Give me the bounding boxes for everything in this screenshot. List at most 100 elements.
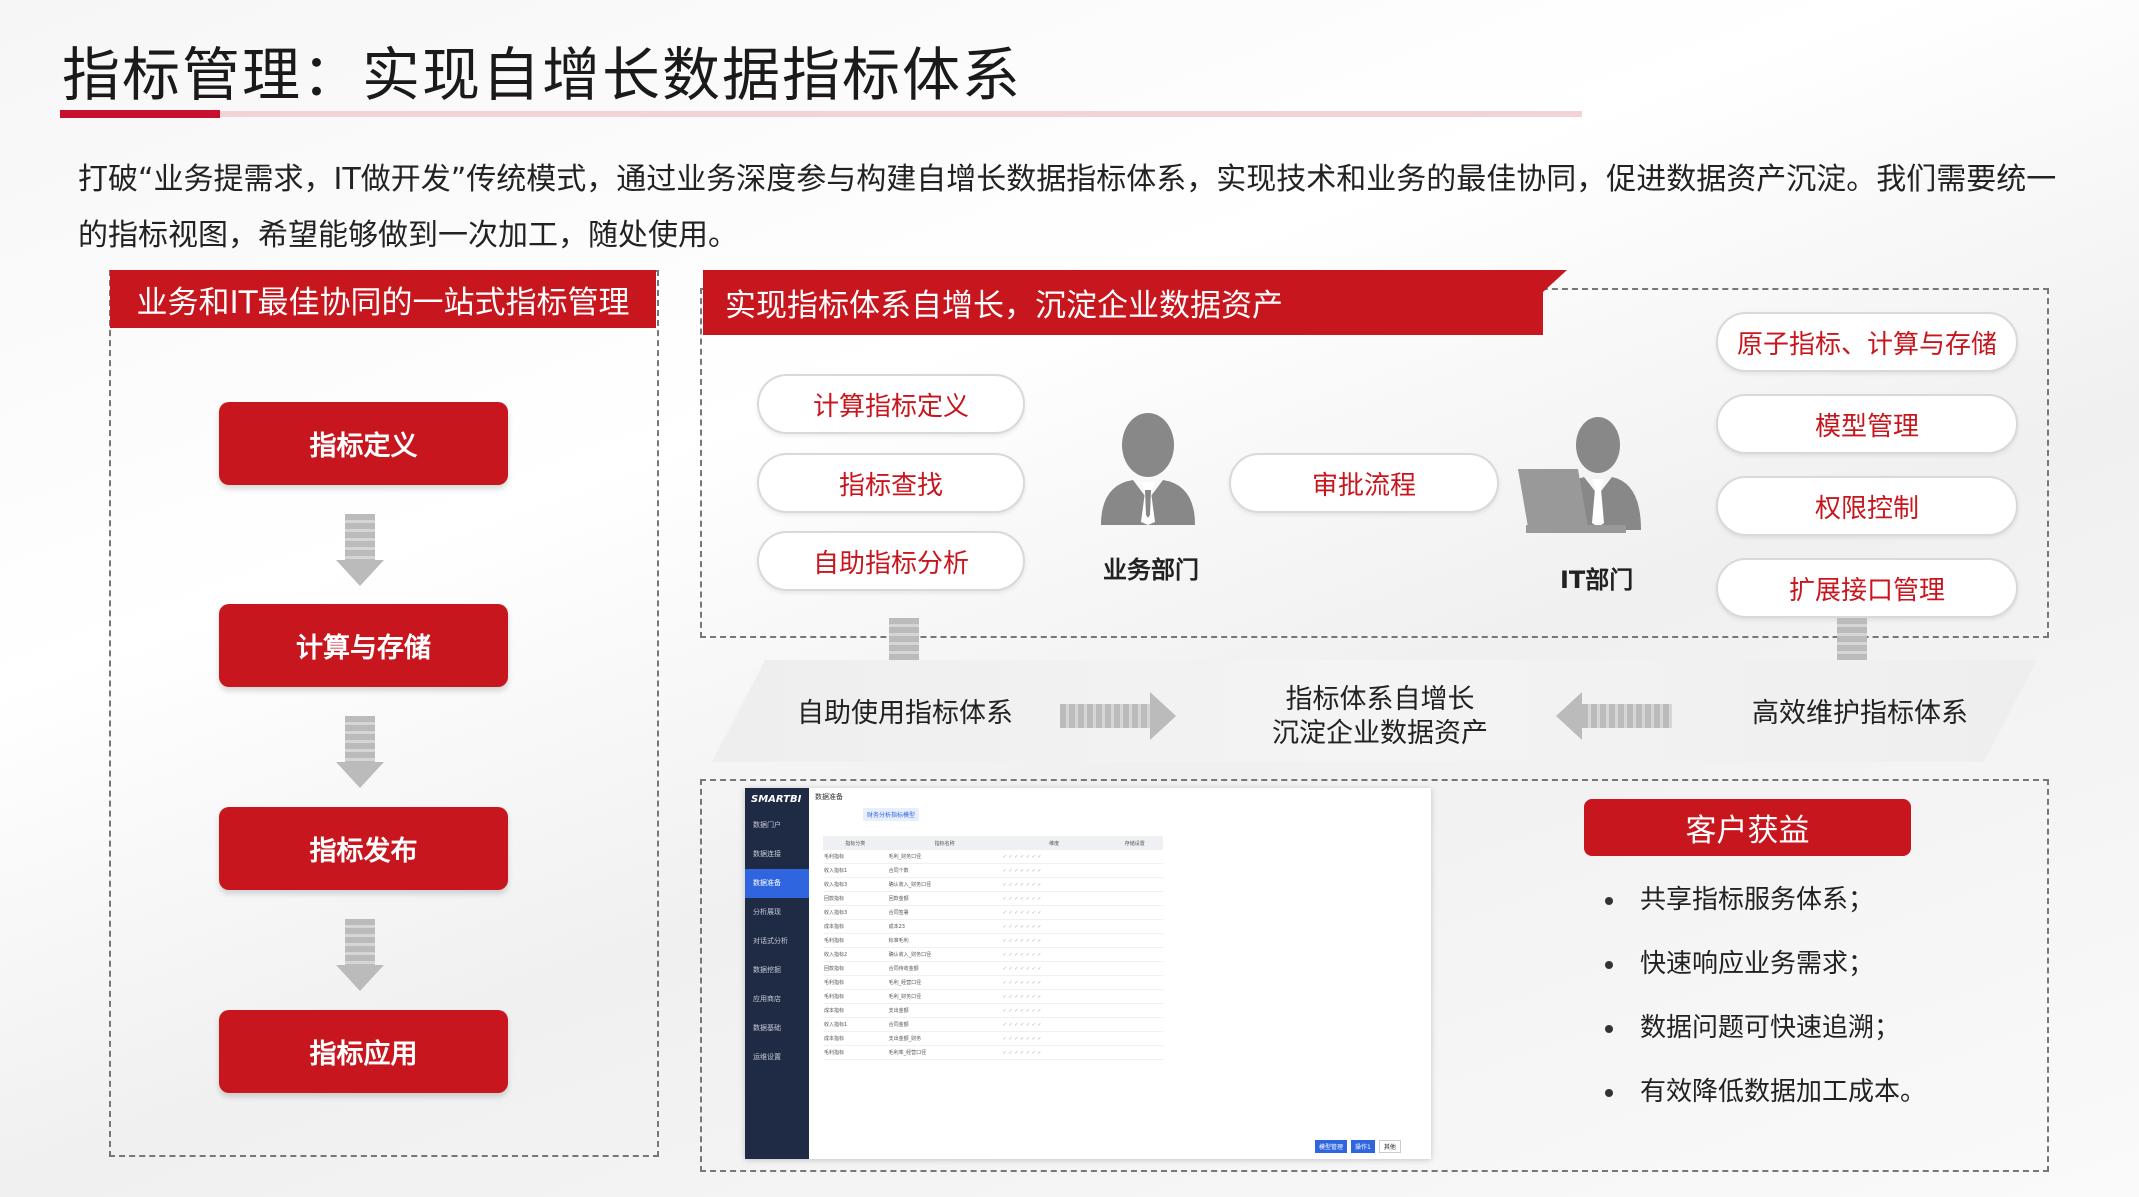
pill-approval[interactable]: 审批流程 — [1229, 453, 1499, 513]
table-row[interactable]: 回款指标 回款金额 ✓ ✓ ✓ ✓ ✓ ✓ ✓ — [823, 891, 1163, 906]
table-cell: 收入指标2 — [823, 947, 888, 962]
nav-item[interactable]: 数据挖掘 — [745, 956, 809, 985]
left-panel-header: 业务和IT最佳协同的一站式指标管理 — [110, 270, 656, 328]
pill-permission[interactable]: 权限控制 — [1716, 476, 2018, 536]
nav-item[interactable]: 数据门户 — [745, 811, 809, 840]
table-cell: 毛利指标 — [823, 975, 888, 990]
table-cell — [1106, 863, 1163, 878]
table-row[interactable]: 收入指标3 确认收入_财务口径 ✓ ✓ ✓ ✓ ✓ ✓ ✓ — [823, 877, 1163, 892]
pill-atomic-metric[interactable]: 原子指标、计算与存储 — [1716, 312, 2018, 372]
table-cell: 支出金额_财务 — [887, 1031, 1002, 1046]
header-tab-corner — [1543, 270, 1567, 292]
pill-compute-define[interactable]: 计算指标定义 — [757, 374, 1025, 434]
table-cell — [1106, 989, 1163, 1004]
table-row[interactable]: 毛利指标 毛利_财务口径 ✓ ✓ ✓ ✓ ✓ ✓ ✓ — [823, 850, 1163, 864]
table-row[interactable]: 收入指标1 合同个数 ✓ ✓ ✓ ✓ ✓ ✓ ✓ — [823, 863, 1163, 878]
table-header: 指标名称 — [887, 836, 1002, 850]
table-row[interactable]: 收入指标2 确认收入_财务口径 ✓ ✓ ✓ ✓ ✓ ✓ ✓ — [823, 947, 1163, 962]
table-cell: 收入指标3 — [823, 877, 888, 892]
table-cell — [1106, 919, 1163, 934]
model-mgmt-button[interactable]: 模型管理 — [1315, 1140, 1348, 1153]
step-define[interactable]: 指标定义 — [219, 402, 508, 485]
table-header: 维度 — [1001, 836, 1107, 850]
check-cells: ✓ ✓ ✓ ✓ ✓ ✓ ✓ — [1001, 863, 1107, 878]
table-cell: 收入指标1 — [823, 863, 888, 878]
nav-item[interactable]: 应用商店 — [745, 985, 809, 1014]
table-row[interactable]: 收入指标1 合同金额 ✓ ✓ ✓ ✓ ✓ ✓ ✓ — [823, 1017, 1163, 1032]
table-cell: 合同个数 — [887, 863, 1002, 878]
table-cell — [1106, 975, 1163, 990]
check-cells: ✓ ✓ ✓ ✓ ✓ ✓ ✓ — [1001, 1003, 1107, 1018]
business-person-icon — [1101, 413, 1195, 525]
page-title: 指标管理：实现自增长数据指标体系 — [62, 41, 1023, 109]
table-cell — [1106, 850, 1163, 864]
it-person-icon — [1518, 417, 1641, 533]
title-divider — [60, 111, 1582, 117]
table-row[interactable]: 成本指标 成本23 ✓ ✓ ✓ ✓ ✓ ✓ ✓ — [823, 919, 1163, 934]
table-cell: 确认收入_财务口径 — [887, 947, 1002, 962]
table-cell — [1106, 1045, 1163, 1060]
nav-item[interactable]: 数据基础 — [745, 1014, 809, 1043]
band-left-text: 自助使用指标体系 — [797, 698, 1013, 729]
check-cells: ✓ ✓ ✓ ✓ ✓ ✓ ✓ — [1001, 989, 1107, 1004]
table-row[interactable]: 毛利指标 标准毛利 ✓ ✓ ✓ ✓ ✓ ✓ ✓ — [823, 933, 1163, 948]
pill-api-mgmt[interactable]: 扩展接口管理 — [1716, 558, 2018, 618]
table-cell — [1106, 891, 1163, 906]
table-cell: 回款指标 — [823, 891, 888, 906]
band-center-line1: 指标体系自增长 — [1285, 684, 1475, 715]
table-row[interactable]: 毛利指标 毛利_经营口径 ✓ ✓ ✓ ✓ ✓ ✓ ✓ — [823, 975, 1163, 990]
check-cells: ✓ ✓ ✓ ✓ ✓ ✓ ✓ — [1001, 1017, 1107, 1032]
table-cell: 毛利指标 — [823, 850, 888, 864]
table-cell: 毛利指标 — [823, 1045, 888, 1060]
metric-table: 指标分类 指标名称 维度 存储设置 毛利指标 毛利_财务口径 ✓ ✓ ✓ ✓ ✓ ✓… — [823, 836, 1163, 1060]
app-sidebar: SMARTBI 数据门户 数据连接 数据准备 分析展现 对话式分析 数据挖掘 应… — [745, 788, 809, 1159]
other-button[interactable]: 其他 — [1378, 1140, 1401, 1153]
table-row[interactable]: 成本指标 支出金额_财务 ✓ ✓ ✓ ✓ ✓ ✓ ✓ — [823, 1031, 1163, 1046]
table-cell: 成本23 — [887, 919, 1002, 934]
nav-item[interactable]: 运维设置 — [745, 1043, 809, 1072]
table-row[interactable]: 毛利指标 毛利_财务口径 ✓ ✓ ✓ ✓ ✓ ✓ ✓ — [823, 989, 1163, 1004]
table-header: 指标分类 — [823, 836, 888, 850]
check-cells: ✓ ✓ ✓ ✓ ✓ ✓ ✓ — [1001, 947, 1107, 962]
check-cells: ✓ ✓ ✓ ✓ ✓ ✓ ✓ — [1001, 891, 1107, 906]
benefit-item: 数据问题可快速追溯； — [1605, 996, 2005, 1060]
table-cell — [1106, 933, 1163, 948]
table-cell: 合同签署 — [887, 905, 1002, 920]
action-button[interactable]: 操作1 — [1351, 1140, 1375, 1153]
pill-model-mgmt[interactable]: 模型管理 — [1716, 394, 2018, 454]
check-cells: ✓ ✓ ✓ ✓ ✓ ✓ ✓ — [1001, 961, 1107, 976]
nav-item-active[interactable]: 数据准备 — [745, 869, 809, 898]
step-publish[interactable]: 指标发布 — [219, 807, 508, 890]
table-row[interactable]: 收入指标3 合同签署 ✓ ✓ ✓ ✓ ✓ ✓ ✓ — [823, 905, 1163, 920]
table-row[interactable]: 成本指标 支出金额 ✓ ✓ ✓ ✓ ✓ ✓ ✓ — [823, 1003, 1163, 1018]
nav-item[interactable]: 数据连接 — [745, 840, 809, 869]
pill-self-analysis[interactable]: 自助指标分析 — [757, 531, 1025, 591]
benefit-item: 共享指标服务体系； — [1605, 868, 2005, 932]
benefit-header: 客户获益 — [1584, 799, 1911, 856]
table-row[interactable]: 毛利指标 毛利率_经营口径 ✓ ✓ ✓ ✓ ✓ ✓ ✓ — [823, 1045, 1163, 1060]
app-logo: SMARTBI — [751, 794, 802, 805]
table-cell — [1106, 947, 1163, 962]
table-cell — [1106, 877, 1163, 892]
nav-item[interactable]: 对话式分析 — [745, 927, 809, 956]
left-arrow-icon — [1556, 692, 1672, 740]
app-tab[interactable]: 财务分析指标模型 — [863, 808, 920, 821]
table-cell: 成本指标 — [823, 919, 888, 934]
benefit-item: 有效降低数据加工成本。 — [1605, 1060, 2005, 1124]
table-cell: 标准毛利 — [887, 933, 1002, 948]
step-compute-store[interactable]: 计算与存储 — [219, 604, 508, 687]
pill-search[interactable]: 指标查找 — [757, 453, 1025, 513]
table-cell: 确认收入_财务口径 — [887, 877, 1002, 892]
title-accent — [60, 110, 220, 118]
table-row[interactable]: 回款指标 合同待收金额 ✓ ✓ ✓ ✓ ✓ ✓ ✓ — [823, 961, 1163, 976]
step-apply[interactable]: 指标应用 — [219, 1010, 508, 1093]
band-right-text: 高效维护指标体系 — [1752, 698, 1968, 729]
check-cells: ✓ ✓ ✓ ✓ ✓ ✓ ✓ — [1001, 850, 1107, 864]
down-arrow-icon — [336, 919, 384, 991]
table-header: 存储设置 — [1106, 836, 1163, 850]
table-cell: 合同金额 — [887, 1017, 1002, 1032]
down-arrow-icon — [336, 514, 384, 586]
check-cells: ✓ ✓ ✓ ✓ ✓ ✓ ✓ — [1001, 877, 1107, 892]
table-cell: 收入指标3 — [823, 905, 888, 920]
nav-item[interactable]: 分析展现 — [745, 898, 809, 927]
